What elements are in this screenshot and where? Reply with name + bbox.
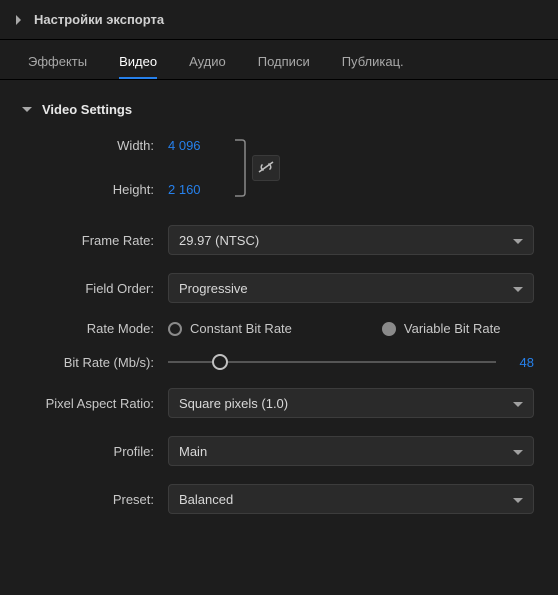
height-value[interactable]: 2 160: [168, 179, 228, 201]
field-order-select[interactable]: Progressive: [168, 273, 534, 303]
chevron-right-icon: [14, 15, 24, 25]
unlink-icon: [257, 160, 275, 177]
video-settings-title: Video Settings: [42, 102, 132, 117]
rate-mode-vbr-radio[interactable]: Variable Bit Rate: [382, 321, 501, 336]
dimensions-group: Width: Height: 4 096 2 160: [16, 135, 542, 201]
chevron-down-icon: [513, 281, 523, 296]
chevron-down-icon: [513, 396, 523, 411]
rate-mode-radio-group: Constant Bit Rate Variable Bit Rate: [168, 321, 500, 336]
frame-rate-select[interactable]: 29.97 (NTSC): [168, 225, 534, 255]
field-order-label: Field Order:: [16, 281, 168, 296]
link-dimensions-button[interactable]: [252, 155, 280, 181]
pixel-aspect-ratio-select[interactable]: Square pixels (1.0): [168, 388, 534, 418]
rate-mode-cbr-label: Constant Bit Rate: [190, 321, 292, 336]
preset-label: Preset:: [16, 492, 168, 507]
slider-thumb[interactable]: [212, 354, 228, 370]
radio-checked-icon: [382, 322, 396, 336]
chevron-down-icon: [513, 233, 523, 248]
tab-audio[interactable]: Аудио: [189, 54, 226, 79]
preset-select[interactable]: Balanced: [168, 484, 534, 514]
export-settings-header[interactable]: Настройки экспорта: [0, 0, 558, 39]
width-label: Width:: [16, 135, 154, 157]
video-settings-header[interactable]: Video Settings: [16, 102, 542, 135]
tab-effects[interactable]: Эффекты: [28, 54, 87, 79]
field-order-value: Progressive: [179, 281, 248, 296]
bit-rate-slider[interactable]: [168, 354, 496, 370]
width-value[interactable]: 4 096: [168, 135, 228, 157]
chevron-down-icon: [513, 492, 523, 507]
height-label: Height:: [16, 179, 154, 201]
profile-select[interactable]: Main: [168, 436, 534, 466]
frame-rate-label: Frame Rate:: [16, 233, 168, 248]
tab-publish[interactable]: Публикац.: [342, 54, 404, 79]
rate-mode-cbr-radio[interactable]: Constant Bit Rate: [168, 321, 292, 336]
tabs: Эффекты Видео Аудио Подписи Публикац.: [0, 40, 558, 80]
bit-rate-label: Bit Rate (Mb/s):: [16, 355, 168, 370]
pixel-aspect-ratio-value: Square pixels (1.0): [179, 396, 288, 411]
chevron-down-icon: [513, 444, 523, 459]
tab-captions[interactable]: Подписи: [258, 54, 310, 79]
video-settings-panel: Video Settings Width: Height: 4 096 2 16…: [0, 80, 558, 542]
radio-unchecked-icon: [168, 322, 182, 336]
link-bracket-icon: [234, 138, 246, 198]
tab-video[interactable]: Видео: [119, 54, 157, 79]
pixel-aspect-ratio-label: Pixel Aspect Ratio:: [16, 396, 168, 411]
rate-mode-label: Rate Mode:: [16, 321, 168, 336]
export-settings-title: Настройки экспорта: [34, 12, 164, 27]
profile-label: Profile:: [16, 444, 168, 459]
preset-value: Balanced: [179, 492, 233, 507]
profile-value: Main: [179, 444, 207, 459]
bit-rate-value[interactable]: 48: [510, 355, 534, 370]
chevron-down-icon: [22, 105, 32, 115]
rate-mode-vbr-label: Variable Bit Rate: [404, 321, 501, 336]
frame-rate-value: 29.97 (NTSC): [179, 233, 259, 248]
